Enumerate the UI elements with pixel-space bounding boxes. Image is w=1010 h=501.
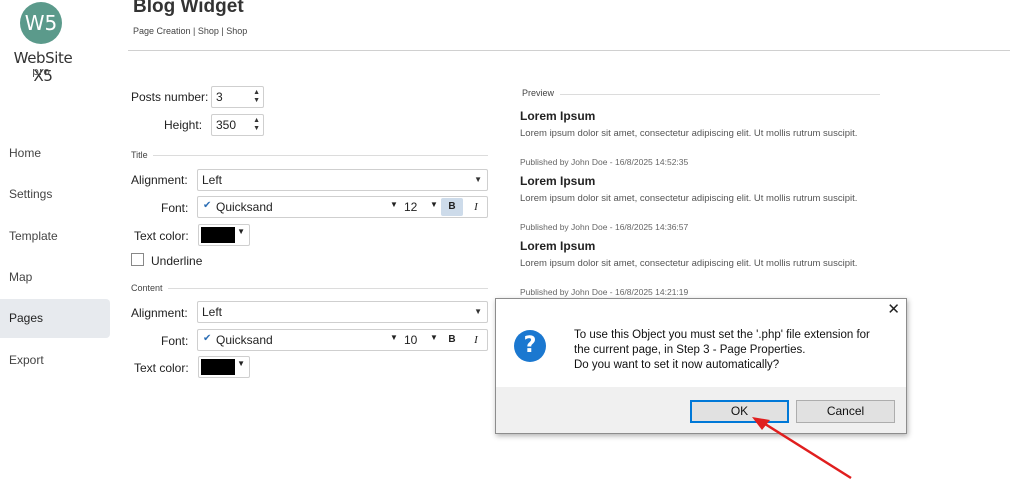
dialog-message-line: Do you want to set it now automatically? [574,359,780,371]
content-font-picker[interactable]: ✔ Quicksand ▼ 10 ▼ B I [197,329,488,351]
title-font-picker[interactable]: ✔ Quicksand ▼ 12 ▼ B I [197,196,488,218]
logo-mark: W5 [20,2,62,44]
checkmark-icon: ✔ [203,200,212,211]
preview-post-title: Lorem Ipsum [520,174,596,188]
color-swatch [201,359,235,375]
preview-post-title: Lorem Ipsum [520,239,596,253]
annotation-arrow-icon [752,417,852,480]
checkmark-icon: ✔ [203,333,212,344]
title-font-label: Font: [161,201,189,215]
preview-post-title: Lorem Ipsum [520,109,596,123]
title-text-color-label: Text color: [134,229,189,243]
stepper-arrows-icon[interactable]: ▲ ▼ [253,89,260,105]
content-font-size[interactable]: 10 [404,333,417,347]
preview-post-body: Lorem ipsum dolor sit amet, consectetur … [520,258,858,269]
preview-post-meta: Published by John Doe - 16/8/2025 14:36:… [520,222,689,232]
sidebar: W5 WebSite X5 pro Home Settings Template… [0,0,110,501]
chevron-down-icon[interactable]: ▼ [430,200,438,209]
underline-checkbox[interactable] [131,253,144,266]
chevron-down-icon[interactable]: ▼ [390,200,398,209]
preview-post-meta: Published by John Doe - 16/8/2025 14:52:… [520,157,689,167]
color-swatch [201,227,235,243]
preview-post-meta: Published by John Doe - 16/8/2025 14:21:… [520,287,689,297]
dialog-message: To use this Object you must set the '.ph… [574,328,894,373]
title-alignment-select[interactable]: Left ▼ [197,169,488,191]
sidebar-item-pages[interactable]: Pages [0,299,110,338]
bold-toggle[interactable]: B [441,198,463,216]
italic-toggle[interactable]: I [466,331,486,349]
chevron-down-icon[interactable]: ▼ [390,333,398,342]
title-alignment-value: Left [202,173,223,187]
breadcrumb: Page Creation | Shop | Shop [133,26,248,36]
content-alignment-select[interactable]: Left ▼ [197,301,488,323]
php-extension-dialog: ✕ ? To use this Object you must set the … [495,298,907,434]
dialog-body: ✕ ? To use this Object you must set the … [496,299,906,387]
title-font-size[interactable]: 12 [404,200,417,214]
height-stepper[interactable]: 350 ▲ ▼ [211,114,264,136]
posts-number-label: Posts number: [131,90,209,104]
sidebar-item-home[interactable]: Home [0,134,110,173]
content-section-label: Content [131,283,163,293]
chevron-down-icon: ▼ [237,227,245,236]
italic-toggle[interactable]: I [466,198,486,216]
chevron-down-icon: ▼ [474,175,482,184]
title-color-picker[interactable]: ▼ [198,224,250,246]
dialog-message-line: To use this Object you must set the '.ph… [574,329,870,341]
logo-edition: pro [32,65,50,78]
title-section-label: Title [131,150,148,160]
height-value: 350 [216,118,237,132]
sidebar-item-export[interactable]: Export [0,341,110,380]
preview-label: Preview [522,88,555,98]
preview-post-body: Lorem ipsum dolor sit amet, consectetur … [520,193,858,204]
title-alignment-label: Alignment: [131,173,188,187]
content-alignment-value: Left [202,305,223,319]
height-label: Height: [164,118,203,132]
content-section-divider [168,288,488,289]
sidebar-item-settings[interactable]: Settings [0,175,110,214]
dialog-message-line: the current page, in Step 3 - Page Prope… [574,344,806,356]
chevron-down-icon: ▼ [474,307,482,316]
page-title: Blog Widget [133,0,244,17]
header-divider [128,50,1010,51]
sidebar-item-map[interactable]: Map [0,258,110,297]
content-color-picker[interactable]: ▼ [198,356,250,378]
stepper-arrows-icon[interactable]: ▲ ▼ [253,117,260,133]
sidebar-item-template[interactable]: Template [0,217,110,256]
title-section-divider [153,155,488,156]
question-icon: ? [514,330,546,362]
content-font-label: Font: [161,334,189,348]
chevron-down-icon[interactable]: ▼ [430,333,438,342]
content-alignment-label: Alignment: [131,306,188,320]
preview-divider [560,94,880,95]
underline-label: Underline [151,254,203,268]
app-window: W5 WebSite X5 pro Home Settings Template… [0,0,1010,501]
bold-toggle[interactable]: B [441,331,463,349]
posts-number-value: 3 [216,90,223,104]
content-text-color-label: Text color: [134,361,189,375]
preview-post-body: Lorem ipsum dolor sit amet, consectetur … [520,128,858,139]
posts-number-stepper[interactable]: 3 ▲ ▼ [211,86,264,108]
chevron-down-icon: ▼ [237,359,245,368]
logo: W5 WebSite X5 pro [0,0,84,85]
content-font-name: Quicksand [216,333,273,347]
close-icon[interactable]: ✕ [887,300,900,318]
title-font-name: Quicksand [216,200,273,214]
